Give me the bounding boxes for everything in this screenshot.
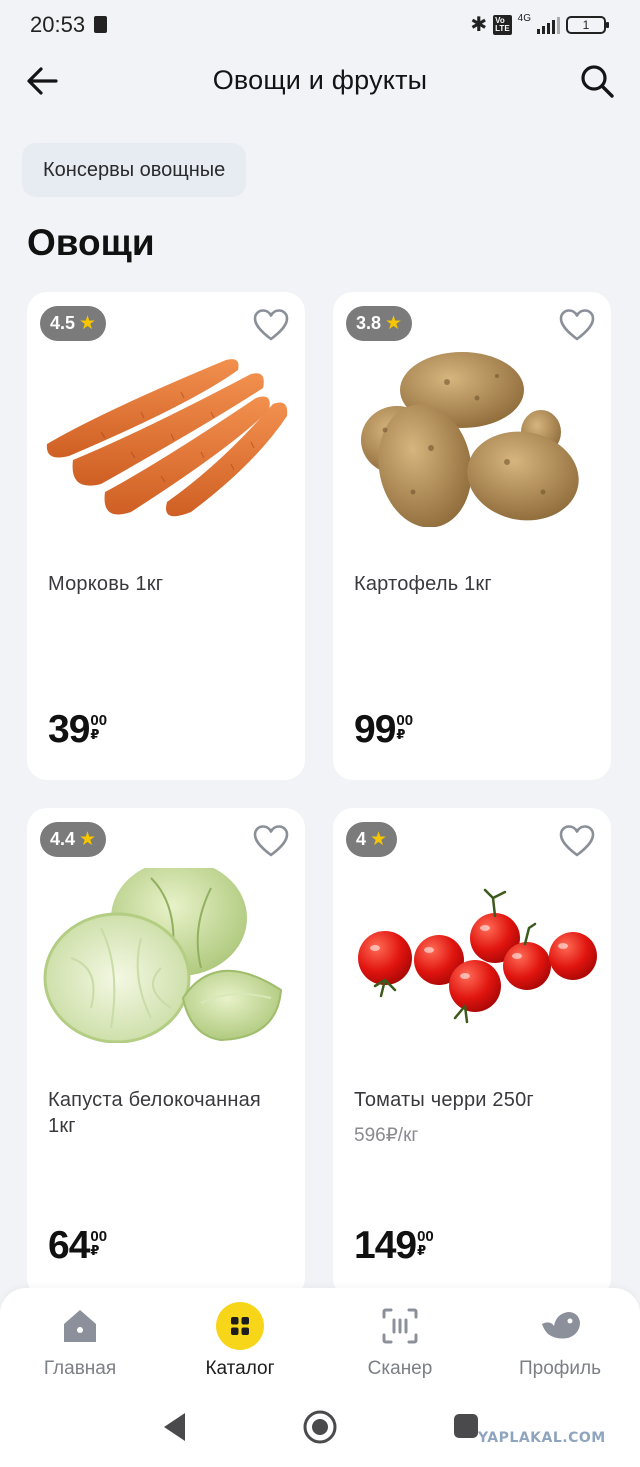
section-title: Овощи (27, 222, 155, 263)
battery-icon: 1 (566, 15, 609, 34)
favorite-heart-icon[interactable] (253, 824, 289, 858)
scanner-icon (382, 1308, 418, 1344)
product-price: 39 00 ₽ (48, 708, 107, 752)
currency-symbol: ₽ (90, 727, 100, 742)
nav-item-catalog[interactable]: Каталог (160, 1302, 320, 1380)
home-icon (64, 1310, 96, 1342)
search-icon (581, 65, 614, 98)
price-cents: 00 (396, 712, 414, 729)
bluetooth-icon: ✱ (470, 14, 488, 36)
product-price: 149 00 ₽ (354, 1224, 434, 1268)
price-integer: 39 (48, 708, 90, 751)
page-title: Овощи и фрукты (212, 65, 428, 95)
rating-badge: 4.4 ★ (40, 822, 107, 857)
nav-label: Сканер (367, 1358, 433, 1379)
star-icon: ★ (79, 829, 97, 850)
status-bar: 20:53 ✱ Vo LTE 4G 1 (0, 0, 640, 50)
product-card[interactable]: 4.5 ★ Морковь 1кг 39 00 ₽ (27, 292, 305, 780)
rating-value: 3.8 (356, 313, 382, 333)
favorite-heart-icon[interactable] (559, 824, 595, 858)
app-header: Овощи и фрукты (0, 50, 640, 114)
product-price: 64 00 ₽ (48, 1224, 107, 1268)
price-integer: 99 (354, 708, 396, 751)
nav-label: Профиль (518, 1358, 602, 1379)
nav-item-profile[interactable]: Профиль (480, 1302, 640, 1380)
unit-price: 596₽/кг (354, 1125, 419, 1146)
product-name: Картофель 1кг (354, 573, 492, 595)
nav-label: Главная (43, 1358, 117, 1379)
catalog-grid-icon (216, 1302, 264, 1350)
favorite-heart-icon[interactable] (559, 308, 595, 342)
status-icons: ✱ Vo LTE 4G 1 (470, 12, 609, 37)
category-chip[interactable]: Консервы овощные (22, 143, 247, 197)
product-name: Морковь 1кг (48, 573, 164, 595)
star-icon: ★ (370, 829, 388, 850)
rating-value: 4.4 (50, 829, 76, 849)
watermark: YAPLAKAL.COM (478, 1430, 606, 1446)
bird-profile-icon (542, 1312, 580, 1339)
nav-label: Каталог (205, 1358, 275, 1379)
network-type: 4G (517, 13, 531, 24)
system-back-icon[interactable] (160, 1410, 188, 1444)
system-navigation-bar (0, 1390, 640, 1467)
rating-badge: 4 ★ (346, 822, 398, 857)
currency-symbol: ₽ (90, 1243, 100, 1258)
system-home-icon[interactable] (302, 1409, 338, 1445)
price-cents: 00 (417, 1228, 434, 1245)
product-price: 99 00 ₽ (354, 708, 413, 752)
signal-icon (537, 16, 560, 34)
currency-symbol: ₽ (417, 1243, 427, 1258)
volte-icon: Vo LTE (493, 14, 512, 35)
cherry-tomatoes-image (358, 888, 597, 1024)
battery-saver-icon (94, 16, 107, 33)
product-card[interactable]: 4.4 ★ Капуста белокочанная 1кг 64 00 ₽ (27, 808, 305, 1298)
nav-item-home[interactable]: Главная (0, 1302, 160, 1380)
star-icon: ★ (79, 313, 97, 334)
potatoes-image (361, 352, 579, 527)
rating-value: 4 (356, 829, 367, 849)
price-cents: 00 (90, 1228, 108, 1245)
product-name: Томаты черри 250г (354, 1089, 534, 1111)
product-card[interactable]: 3.8 ★ Картофель 1кг 99 00 ₽ (333, 292, 611, 780)
product-card[interactable]: 4 ★ Томаты черри 250г 596₽/кг 149 00 ₽ (333, 808, 611, 1298)
cabbage-image (43, 868, 283, 1043)
rating-value: 4.5 (50, 313, 76, 333)
price-integer: 64 (48, 1224, 90, 1267)
bottom-navigation: Главная Каталог Сканер Профиль (0, 1288, 640, 1390)
favorite-heart-icon[interactable] (253, 308, 289, 342)
carrots-image (46, 359, 288, 517)
system-recents-icon[interactable] (452, 1412, 480, 1440)
rating-badge: 3.8 ★ (346, 306, 413, 341)
nav-item-scanner[interactable]: Сканер (320, 1302, 480, 1380)
rating-badge: 4.5 ★ (40, 306, 107, 341)
currency-symbol: ₽ (396, 727, 406, 742)
product-name: Капуста белокочанная 1кг (48, 1089, 261, 1137)
status-time: 20:53 (30, 12, 86, 37)
star-icon: ★ (385, 313, 403, 334)
price-cents: 00 (90, 712, 108, 729)
price-integer: 149 (354, 1224, 417, 1267)
search-button[interactable] (578, 62, 616, 100)
